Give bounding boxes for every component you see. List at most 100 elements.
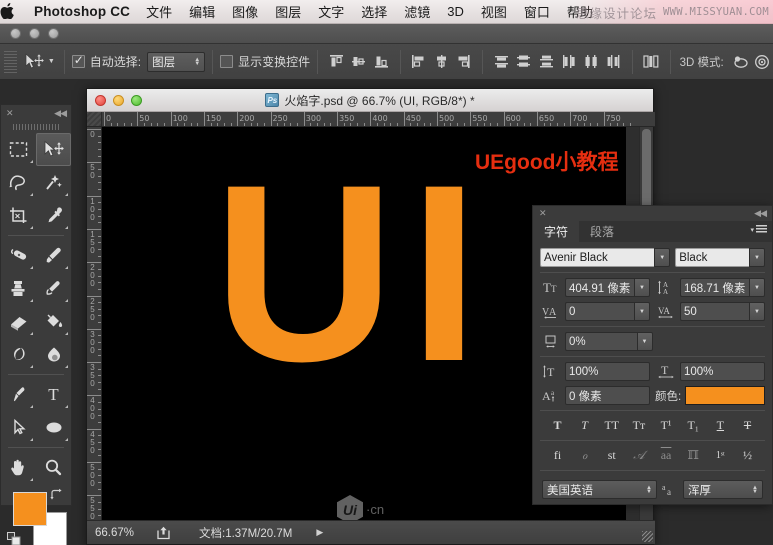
distribute-left-icon[interactable]	[558, 49, 581, 74]
tracking-chevron-down-icon[interactable]: ▼	[749, 302, 765, 321]
tools-panel-grip[interactable]	[13, 121, 59, 133]
kerning-value[interactable]: 0	[565, 302, 634, 321]
path-selection-tool-icon[interactable]	[1, 411, 36, 444]
rectangular-marquee-tool-icon[interactable]	[1, 133, 36, 166]
font-style-combo[interactable]: Black ▼	[675, 248, 765, 267]
lasso-tool-icon[interactable]	[1, 166, 36, 199]
menu-item-edit[interactable]: 编辑	[189, 2, 215, 21]
baseline-shift-value[interactable]: 0 像素	[565, 386, 650, 405]
distribute-top-icon[interactable]	[490, 49, 513, 74]
distribute-bottom-icon[interactable]	[535, 49, 558, 74]
pen-tool-icon[interactable]	[1, 378, 36, 411]
tool-preset-chevron-down-icon[interactable]: ▼	[46, 50, 57, 74]
faux-italic-icon[interactable]: T	[573, 416, 596, 435]
font-size-combo[interactable]: 404.91 像素 ▼	[565, 278, 650, 297]
auto-select-checkbox[interactable]	[71, 53, 85, 68]
canvas-ui-text[interactable]: UI	[213, 148, 493, 400]
crop-tool-icon[interactable]	[1, 199, 36, 232]
blur-tool-icon[interactable]	[36, 338, 71, 371]
small-caps-icon[interactable]: Tᴛ	[627, 416, 650, 435]
document-zoom-button[interactable]	[131, 95, 142, 106]
magic-wand-tool-icon[interactable]	[36, 166, 71, 199]
font-size-value[interactable]: 404.91 像素	[565, 278, 634, 297]
menu-item-filter[interactable]: 滤镜	[404, 2, 430, 21]
subscript-icon[interactable]: T₁	[682, 416, 705, 435]
language-dropdown[interactable]: 美国英语 ▲ ▼	[542, 480, 657, 499]
eraser-tool-icon[interactable]	[1, 305, 36, 338]
text-color-swatch[interactable]	[685, 386, 765, 405]
swap-colors-icon[interactable]	[49, 488, 63, 500]
document-close-button[interactable]	[95, 95, 106, 106]
menu-item-image[interactable]: 图像	[232, 2, 258, 21]
zoom-tool-icon[interactable]	[36, 451, 71, 484]
ellipse-tool-icon[interactable]	[36, 411, 71, 444]
stylistic-alternates-icon[interactable]: ℿ	[682, 446, 705, 465]
tracking-value[interactable]: 50	[680, 302, 749, 321]
font-family-value[interactable]: Avenir Black	[540, 248, 655, 267]
distribute-vertical-center-icon[interactable]	[513, 49, 536, 74]
kerning-combo[interactable]: 0 ▼	[565, 302, 650, 321]
discretionary-ligatures-icon[interactable]: ℴ	[573, 446, 596, 465]
tab-character[interactable]: 字符	[533, 221, 580, 242]
font-style-chevron-down-icon[interactable]: ▼	[749, 248, 765, 267]
paint-bucket-tool-icon[interactable]	[36, 305, 71, 338]
contextual-alternates-icon[interactable]: st	[600, 446, 623, 465]
eyedropper-tool-icon[interactable]	[36, 199, 71, 232]
menu-item-window[interactable]: 窗口	[524, 2, 550, 21]
apple-logo-icon[interactable]	[0, 2, 34, 21]
brush-tool-icon[interactable]	[36, 239, 71, 272]
tsume-chevron-down-icon[interactable]: ▼	[636, 332, 653, 351]
close-icon[interactable]: ✕	[539, 208, 547, 219]
align-top-edges-icon[interactable]	[325, 49, 348, 74]
clone-stamp-tool-icon[interactable]	[1, 272, 36, 305]
all-caps-icon[interactable]: TT	[600, 416, 623, 435]
ruler-corner[interactable]	[87, 112, 102, 126]
strikethrough-icon[interactable]: T	[736, 416, 759, 435]
menu-item-layer[interactable]: 图层	[275, 2, 301, 21]
dodge-tool-icon[interactable]	[1, 338, 36, 371]
swash-icon[interactable]: 𝒜	[627, 446, 650, 465]
standard-ligatures-icon[interactable]: fi	[546, 446, 569, 465]
distribute-horizontal-center-icon[interactable]	[580, 49, 603, 74]
underline-icon[interactable]: T	[709, 416, 732, 435]
align-right-edges-icon[interactable]	[453, 49, 476, 74]
kerning-chevron-down-icon[interactable]: ▼	[634, 302, 650, 321]
document-title-bar[interactable]: Ps 火焰字.psd @ 66.7% (UI, RGB/8*) *	[87, 89, 653, 112]
align-left-edges-icon[interactable]	[408, 49, 431, 74]
move-tool-icon[interactable]	[36, 133, 71, 166]
horizontal-scale-value[interactable]: 100%	[680, 362, 765, 381]
history-brush-tool-icon[interactable]	[36, 272, 71, 305]
tab-paragraph[interactable]: 段落	[579, 221, 625, 242]
window-close-button[interactable]	[10, 28, 21, 39]
horizontal-ruler[interactable]: 0 50 100 150 200 250 300 350 400 450 500 550 600 650 7…	[87, 112, 655, 127]
align-horizontal-centers-icon[interactable]	[430, 49, 453, 74]
menu-item-file[interactable]: 文件	[146, 2, 172, 21]
horizontal-type-tool-icon[interactable]: T	[36, 378, 71, 411]
tsume-value[interactable]: 0%	[565, 332, 637, 351]
fractions-icon[interactable]: ½	[736, 446, 759, 465]
collapse-panel-icon[interactable]: ◀◀	[754, 208, 767, 219]
share-icon[interactable]	[155, 525, 171, 541]
superscript-icon[interactable]: T¹	[655, 416, 678, 435]
antialias-dropdown[interactable]: 浑厚 ▲ ▼	[683, 480, 763, 499]
ordinals-icon[interactable]: 1ˢᵗ	[709, 446, 732, 465]
font-family-combo[interactable]: Avenir Black ▼	[540, 248, 671, 267]
tracking-combo[interactable]: 50 ▼	[680, 302, 765, 321]
menu-item-view[interactable]: 视图	[481, 2, 507, 21]
vertical-ruler[interactable]: 0 50 100 150 200 250 300 350 400 450 500 550	[87, 127, 102, 531]
faux-bold-icon[interactable]: T	[546, 416, 569, 435]
panel-menu-icon[interactable]: ▾	[750, 225, 767, 234]
3d-orbit-icon[interactable]	[730, 50, 752, 74]
auto-align-layers-icon[interactable]	[640, 49, 663, 74]
3d-roll-icon[interactable]	[751, 50, 773, 74]
leading-combo[interactable]: 168.71 像素 ▼	[680, 278, 765, 297]
menu-item-3d[interactable]: 3D	[447, 4, 464, 19]
zoom-level[interactable]: 66.67%	[95, 527, 145, 539]
menu-item-select[interactable]: 选择	[361, 2, 387, 21]
align-vertical-centers-icon[interactable]	[348, 49, 371, 74]
tsume-combo[interactable]: 0% ▼	[565, 332, 653, 351]
window-minimize-button[interactable]	[29, 28, 40, 39]
align-bottom-edges-icon[interactable]	[370, 49, 393, 74]
resize-grip-icon[interactable]	[642, 531, 653, 542]
collapse-panel-icon[interactable]: ◀◀	[54, 108, 67, 119]
